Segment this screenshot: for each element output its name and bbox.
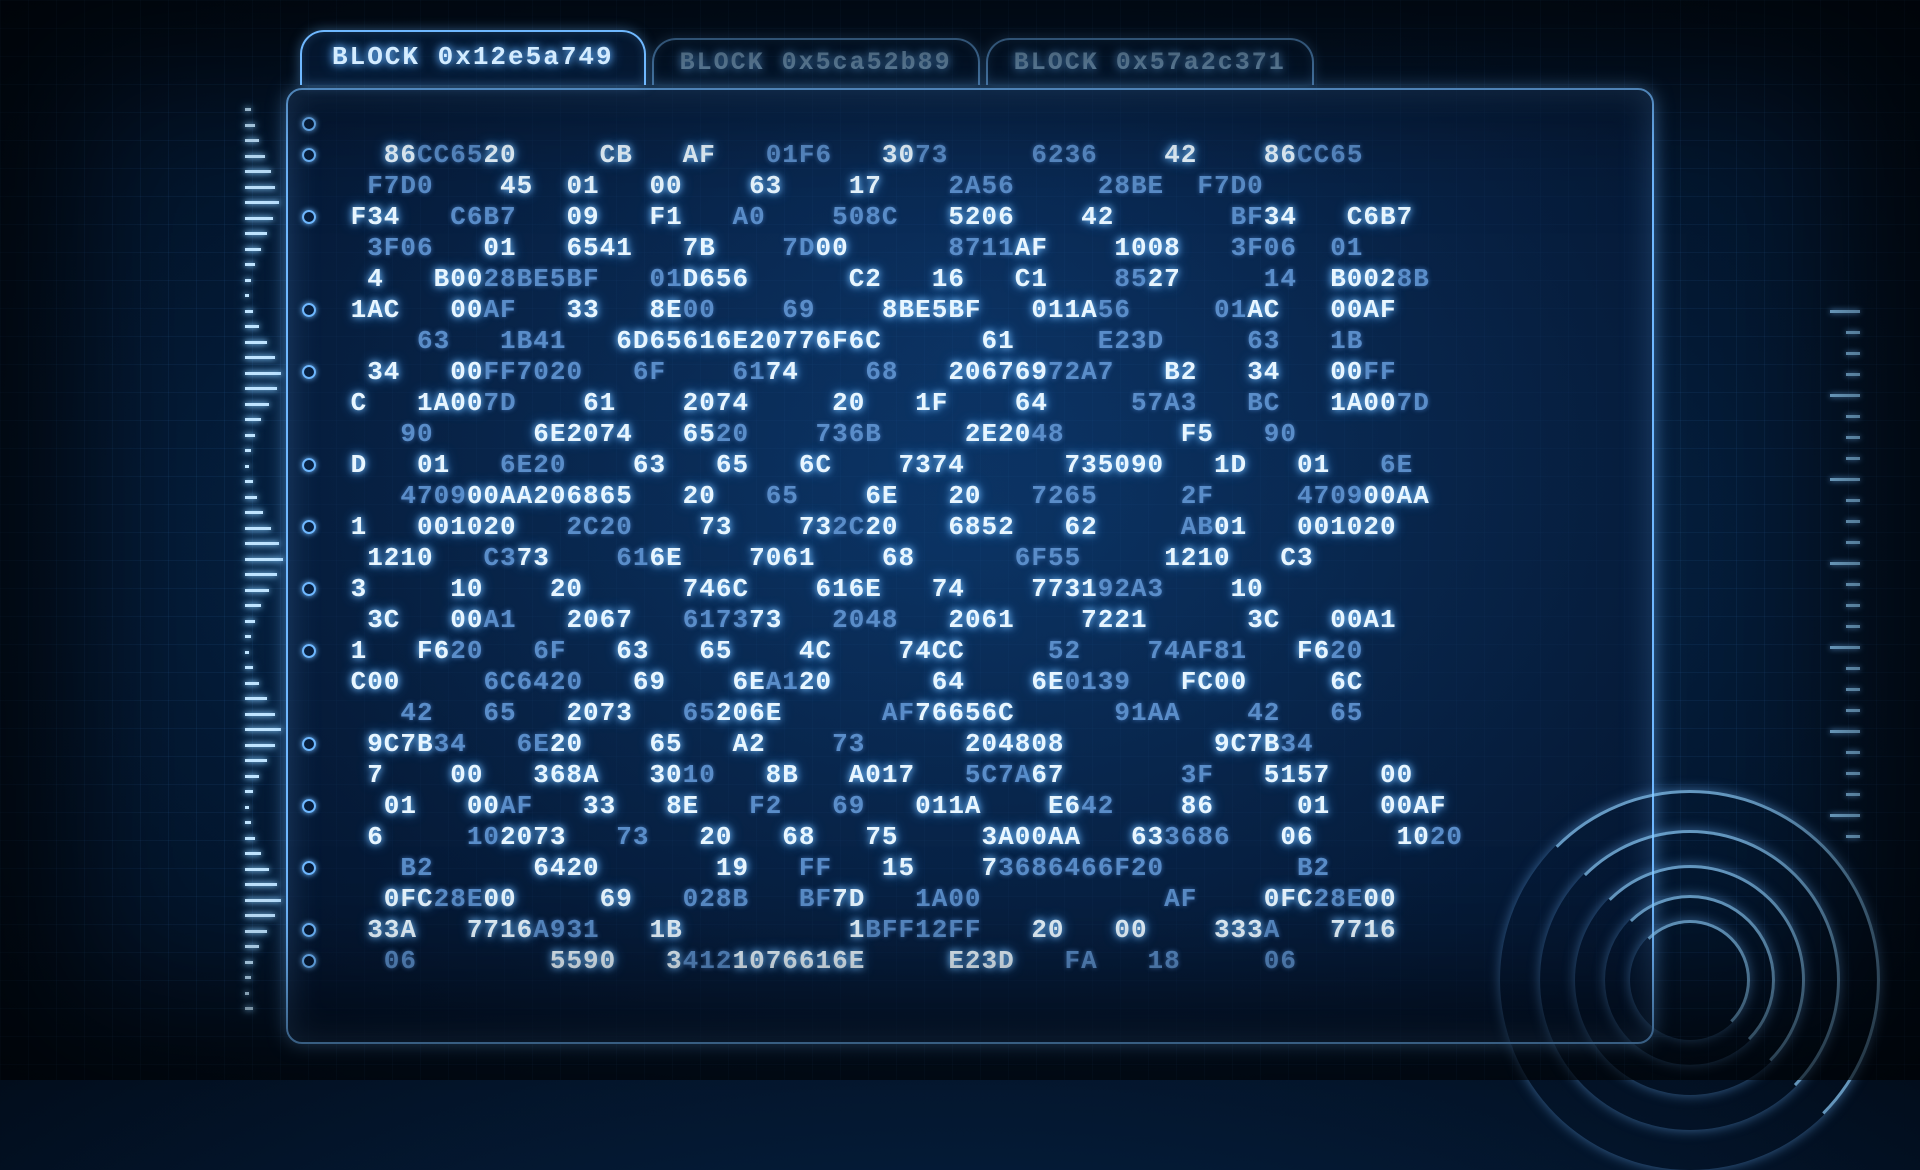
hex-text: 34 00FF7020 6F 6174 68 20676972A7 B2 34 … [334, 357, 1397, 387]
hex-text: 3 10 20 746C 616E 74 773192A3 10 [334, 574, 1264, 604]
hex-text: C 1A007D 61 2074 20 1F 64 57A3 BC 1A007D [334, 388, 1430, 418]
hex-line: 3F06 01 6541 7B 7D00 8711AF 1008 3F06 01 [302, 232, 1628, 263]
line-marker-icon [302, 923, 316, 937]
hex-text: 1 F620 6F 63 65 4C 74CC 52 74AF81 F620 [334, 636, 1363, 666]
hex-line: 4 B0028BE5BF 01D656 C2 16 C1 8527 14 B00… [302, 263, 1628, 294]
hex-line: 3 10 20 746C 616E 74 773192A3 10 [302, 573, 1628, 604]
hex-line: 1 F620 6F 63 65 4C 74CC 52 74AF81 F620 [302, 635, 1628, 666]
line-marker-icon [302, 148, 316, 162]
line-marker-icon [302, 644, 316, 658]
hex-text: 90 6E2074 6520 736B 2E2048 F5 90 [334, 419, 1297, 449]
hex-text: 1210 C373 616E 7061 68 6F55 1210 C3 [334, 543, 1314, 573]
hex-line: F7D0 45 01 00 63 17 2A56 28BE F7D0 [302, 170, 1628, 201]
hex-panel: 86CC6520 CB AF 01F6 3073 6236 42 86CC65 … [286, 88, 1654, 1044]
hex-text: 0FC28E00 69 028B BF7D 1A00 AF 0FC28E00 [334, 884, 1397, 914]
hex-line: 0FC28E00 69 028B BF7D 1A00 AF 0FC28E00 [302, 883, 1628, 914]
hex-line: 1AC 00AF 33 8E00 69 8BE5BF 011A56 01AC 0… [302, 294, 1628, 325]
hex-line: 01 00AF 33 8E F2 69 011A E642 86 01 00AF [302, 790, 1628, 821]
hex-line: C 1A007D 61 2074 20 1F 64 57A3 BC 1A007D [302, 387, 1628, 418]
line-marker-icon [302, 520, 316, 534]
hex-text: 42 65 2073 65206E AF76656C 91AA 42 65 [334, 698, 1363, 728]
hex-text: F7D0 45 01 00 63 17 2A56 28BE F7D0 [334, 171, 1264, 201]
hex-line: 42 65 2073 65206E AF76656C 91AA 42 65 [302, 697, 1628, 728]
hex-text: 1 001020 2C20 73 732C20 6852 62 AB01 001… [334, 512, 1397, 542]
hex-text: B2 6420 19 FF 15 73686466F20 B2 [334, 853, 1330, 883]
hex-line [302, 108, 1628, 139]
line-marker-icon [302, 303, 316, 317]
hex-line: C00 6C6420 69 6EA120 64 6E0139 FC00 6C [302, 666, 1628, 697]
line-marker-icon [302, 458, 316, 472]
hex-text: 63 1B41 6D65616E20776F6C 61 E23D 63 1B [334, 326, 1363, 356]
hex-line: 470900AA206865 20 65 6E 20 7265 2F 47090… [302, 480, 1628, 511]
hex-line: 1210 C373 616E 7061 68 6F55 1210 C3 [302, 542, 1628, 573]
hex-line: B2 6420 19 FF 15 73686466F20 B2 [302, 852, 1628, 883]
hex-text: F34 C6B7 09 F1 A0 508C 5206 42 BF34 C6B7 [334, 202, 1413, 232]
line-marker-icon [302, 954, 316, 968]
line-marker-icon [302, 210, 316, 224]
hex-line: 90 6E2074 6520 736B 2E2048 F5 90 [302, 418, 1628, 449]
tab-block-1[interactable]: BLOCK 0x5ca52b89 [652, 38, 980, 85]
hex-text: 7 00 368A 3010 8B A017 5C7A67 3F 5157 00 [334, 760, 1413, 790]
hex-line: D 01 6E20 63 65 6C 7374 735090 1D 01 6E [302, 449, 1628, 480]
hex-text: 33A 7716A931 1B 1BFF12FF 20 00 333A 7716 [334, 915, 1397, 945]
line-marker-icon [302, 117, 316, 131]
hex-line: 3C 00A1 2067 617373 2048 2061 7221 3C 00… [302, 604, 1628, 635]
hex-text: 9C7B34 6E20 65 A2 73 204808 9C7B34 [334, 729, 1314, 759]
hex-text: D 01 6E20 63 65 6C 7374 735090 1D 01 6E [334, 450, 1413, 480]
hex-text: 06 5590 34121076616E E23D FA 18 06 [334, 946, 1297, 976]
hex-line: 63 1B41 6D65616E20776F6C 61 E23D 63 1B [302, 325, 1628, 356]
hex-text: 4 B0028BE5BF 01D656 C2 16 C1 8527 14 B00… [334, 264, 1430, 294]
hex-line: 33A 7716A931 1B 1BFF12FF 20 00 333A 7716 [302, 914, 1628, 945]
hex-line: 6 102073 73 20 68 75 3A00AA 633686 06 10… [302, 821, 1628, 852]
hex-line: 7 00 368A 3010 8B A017 5C7A67 3F 5157 00 [302, 759, 1628, 790]
tab-block-0[interactable]: BLOCK 0x12e5a749 [300, 30, 646, 85]
hex-line: 34 00FF7020 6F 6174 68 20676972A7 B2 34 … [302, 356, 1628, 387]
line-marker-icon [302, 365, 316, 379]
hex-text: 01 00AF 33 8E F2 69 011A E642 86 01 00AF [334, 791, 1446, 821]
hex-line: 86CC6520 CB AF 01F6 3073 6236 42 86CC65 [302, 139, 1628, 170]
hex-line: 1 001020 2C20 73 732C20 6852 62 AB01 001… [302, 511, 1628, 542]
hex-text: 6 102073 73 20 68 75 3A00AA 633686 06 10… [334, 822, 1463, 852]
hex-text: 1AC 00AF 33 8E00 69 8BE5BF 011A56 01AC 0… [334, 295, 1397, 325]
hex-line: 06 5590 34121076616E E23D FA 18 06 [302, 945, 1628, 976]
hex-text: 3C 00A1 2067 617373 2048 2061 7221 3C 00… [334, 605, 1397, 635]
hex-line: 9C7B34 6E20 65 A2 73 204808 9C7B34 [302, 728, 1628, 759]
line-marker-icon [302, 861, 316, 875]
hex-text: 86CC6520 CB AF 01F6 3073 6236 42 86CC65 [334, 140, 1363, 170]
line-marker-icon [302, 582, 316, 596]
line-marker-icon [302, 737, 316, 751]
hex-text: 3F06 01 6541 7B 7D00 8711AF 1008 3F06 01 [334, 233, 1363, 263]
tab-block-2[interactable]: BLOCK 0x57a2c371 [986, 38, 1314, 85]
line-marker-icon [302, 799, 316, 813]
hex-text: 470900AA206865 20 65 6E 20 7265 2F 47090… [334, 481, 1430, 511]
hex-line: F34 C6B7 09 F1 A0 508C 5206 42 BF34 C6B7 [302, 201, 1628, 232]
right-tick-marks [1820, 310, 1860, 1010]
hex-text: C00 6C6420 69 6EA120 64 6E0139 FC00 6C [334, 667, 1363, 697]
tab-bar: BLOCK 0x12e5a749 BLOCK 0x5ca52b89 BLOCK … [300, 30, 1314, 85]
